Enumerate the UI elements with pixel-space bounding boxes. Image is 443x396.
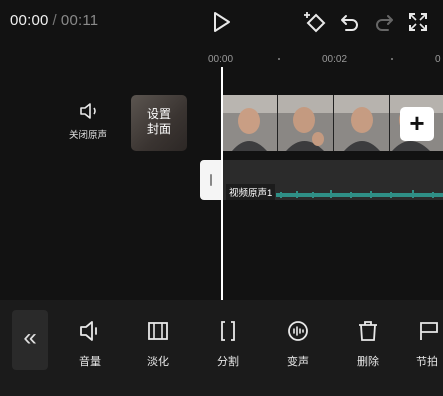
tool-fade-label: 淡化 — [147, 356, 169, 368]
audio-clip-label: 视频原声1 — [226, 184, 276, 200]
tool-fade[interactable]: 淡化 — [134, 320, 182, 369]
timecode: 00:00/00:11 — [10, 12, 98, 29]
fade-icon — [146, 322, 170, 346]
tool-volume-label: 音量 — [79, 356, 101, 368]
audio-trim-handle[interactable] — [200, 160, 222, 200]
cover-label-line1: 设置 — [146, 107, 171, 121]
tool-beat-label: 节拍 — [416, 356, 438, 368]
double-chevron-left-icon: « — [23, 324, 37, 351]
keyframe-icon[interactable] — [304, 11, 328, 38]
mute-original-sound-label[interactable]: 关闭原声 — [68, 127, 108, 141]
ruler-label-cut: 0 — [435, 54, 441, 65]
ruler-label-1: 00:02 — [322, 54, 348, 65]
tool-delete[interactable]: 删除 — [344, 320, 392, 369]
tool-voice-change-label: 变声 — [287, 356, 309, 368]
play-icon[interactable] — [212, 11, 232, 38]
ruler-tick — [278, 58, 280, 60]
tool-split[interactable]: 分割 — [204, 320, 252, 369]
tool-volume[interactable]: 音量 — [66, 320, 114, 369]
set-cover-button[interactable]: 设置 封面 — [131, 95, 187, 151]
plus-icon: + — [409, 108, 425, 138]
tool-delete-label: 删除 — [357, 356, 379, 368]
fullscreen-icon[interactable] — [408, 12, 428, 37]
volume-icon — [78, 321, 102, 346]
video-thumbnail — [222, 95, 277, 151]
tool-beat[interactable]: 节拍 — [414, 320, 443, 369]
split-icon — [216, 321, 240, 346]
voice-change-icon — [286, 321, 310, 346]
ruler-tick — [391, 58, 393, 60]
tool-voice-change[interactable]: 变声 — [274, 320, 322, 369]
undo-icon[interactable] — [340, 12, 360, 37]
ruler-label-0: 00:00 — [208, 54, 234, 65]
delete-icon — [356, 321, 380, 346]
handle-grip — [210, 174, 212, 186]
playhead[interactable] — [221, 67, 223, 300]
mute-original-sound-icon[interactable] — [79, 102, 99, 125]
tool-split-label: 分割 — [217, 356, 239, 368]
add-clip-button[interactable]: + — [400, 107, 434, 141]
beat-icon — [417, 322, 441, 346]
total-time: 00:11 — [60, 12, 99, 29]
redo-icon[interactable] — [374, 12, 394, 37]
time-separator: / — [52, 12, 57, 29]
collapse-toolbar-button[interactable]: « — [12, 310, 48, 370]
current-time: 00:00 — [10, 12, 49, 29]
video-thumbnail — [334, 95, 389, 151]
cover-label-line2: 封面 — [146, 122, 171, 136]
video-thumbnail — [278, 95, 333, 151]
